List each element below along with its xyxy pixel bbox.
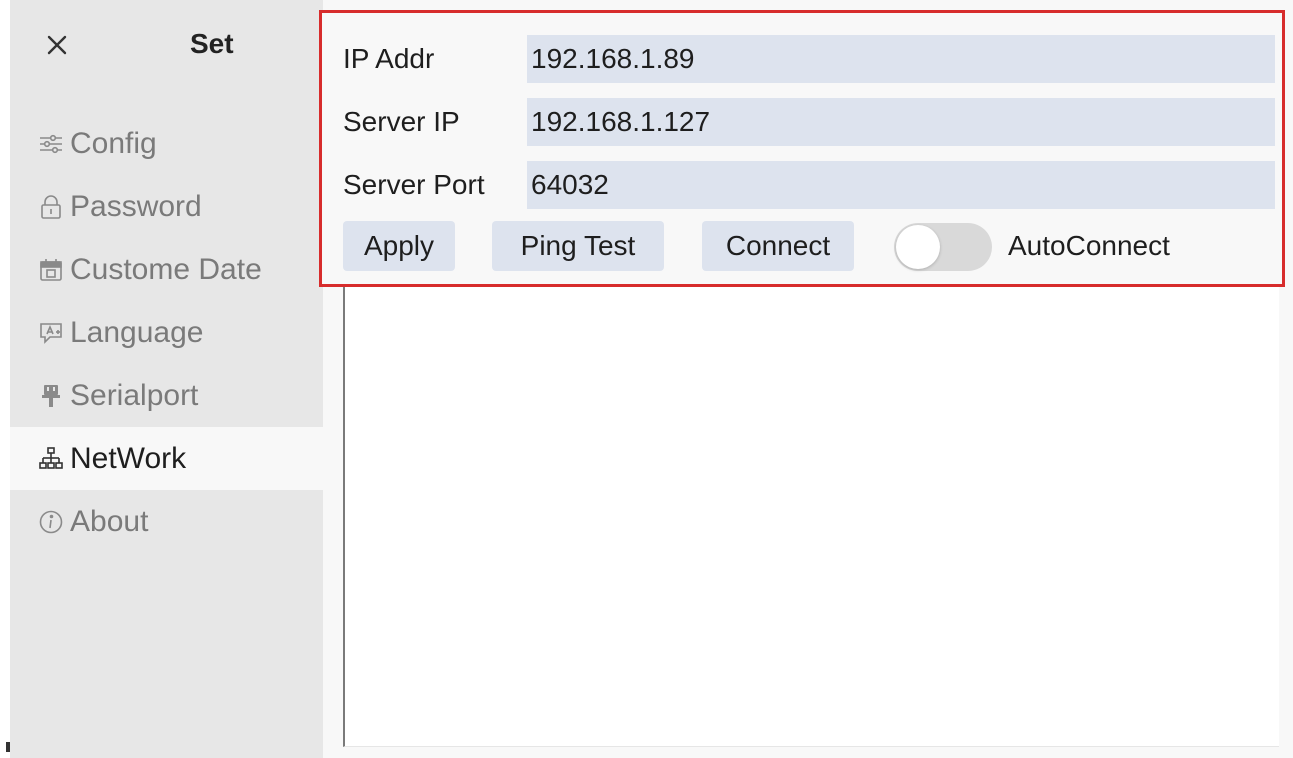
server-ip-label: Server IP (343, 106, 460, 137)
network-icon (38, 446, 64, 472)
language-icon (38, 320, 64, 346)
sidebar-item-config[interactable]: Config (10, 112, 323, 175)
sidebar-item-network[interactable]: NetWork (10, 427, 323, 490)
close-icon (47, 35, 67, 55)
sidebar-nav: Config Password Custome Date Language Se… (10, 112, 323, 553)
sidebar-item-custome-date[interactable]: Custome Date (10, 238, 323, 301)
toggle-knob (896, 225, 940, 269)
network-settings-form: IP Addr Server IP Server Port Apply Ping… (319, 10, 1285, 287)
sidebar-item-label: NetWork (70, 441, 187, 475)
main-content: IP Addr Server IP Server Port Apply Ping… (319, 0, 1293, 758)
info-icon (38, 509, 64, 535)
sidebar-item-label: Password (70, 189, 202, 223)
content-panel (343, 285, 1279, 747)
ping-test-button[interactable]: Ping Test (492, 221, 664, 271)
autoconnect-label: AutoConnect (1008, 230, 1170, 261)
sidebar: Set Config Password Custome Date Languag… (10, 0, 323, 758)
autoconnect-toggle[interactable] (894, 223, 992, 271)
apply-button[interactable]: Apply (343, 221, 455, 271)
sidebar-item-label: Language (70, 315, 204, 349)
connect-button[interactable]: Connect (702, 221, 854, 271)
sidebar-item-password[interactable]: Password (10, 175, 323, 238)
close-button[interactable] (40, 28, 74, 62)
sidebar-item-language[interactable]: Language (10, 301, 323, 364)
lock-icon (38, 194, 64, 220)
server-port-label: Server Port (343, 169, 485, 200)
sidebar-item-label: About (70, 504, 149, 538)
sidebar-item-label: Serialport (70, 378, 199, 412)
calendar-icon (38, 257, 64, 283)
window-edge-mark (6, 742, 10, 752)
sidebar-item-label: Config (70, 126, 157, 160)
plug-icon (38, 383, 64, 409)
sidebar-item-label: Custome Date (70, 252, 262, 286)
sliders-icon (38, 131, 64, 157)
action-bar: Apply Ping Test Connect AutoConnect (322, 221, 1282, 273)
sidebar-title: Set (190, 28, 234, 59)
sidebar-header: Set (10, 0, 323, 90)
ip-addr-input[interactable] (527, 35, 1275, 83)
sidebar-item-about[interactable]: About (10, 490, 323, 553)
server-ip-input[interactable] (527, 98, 1275, 146)
server-port-input[interactable] (527, 161, 1275, 209)
sidebar-item-serialport[interactable]: Serialport (10, 364, 323, 427)
ip-addr-label: IP Addr (343, 43, 435, 74)
